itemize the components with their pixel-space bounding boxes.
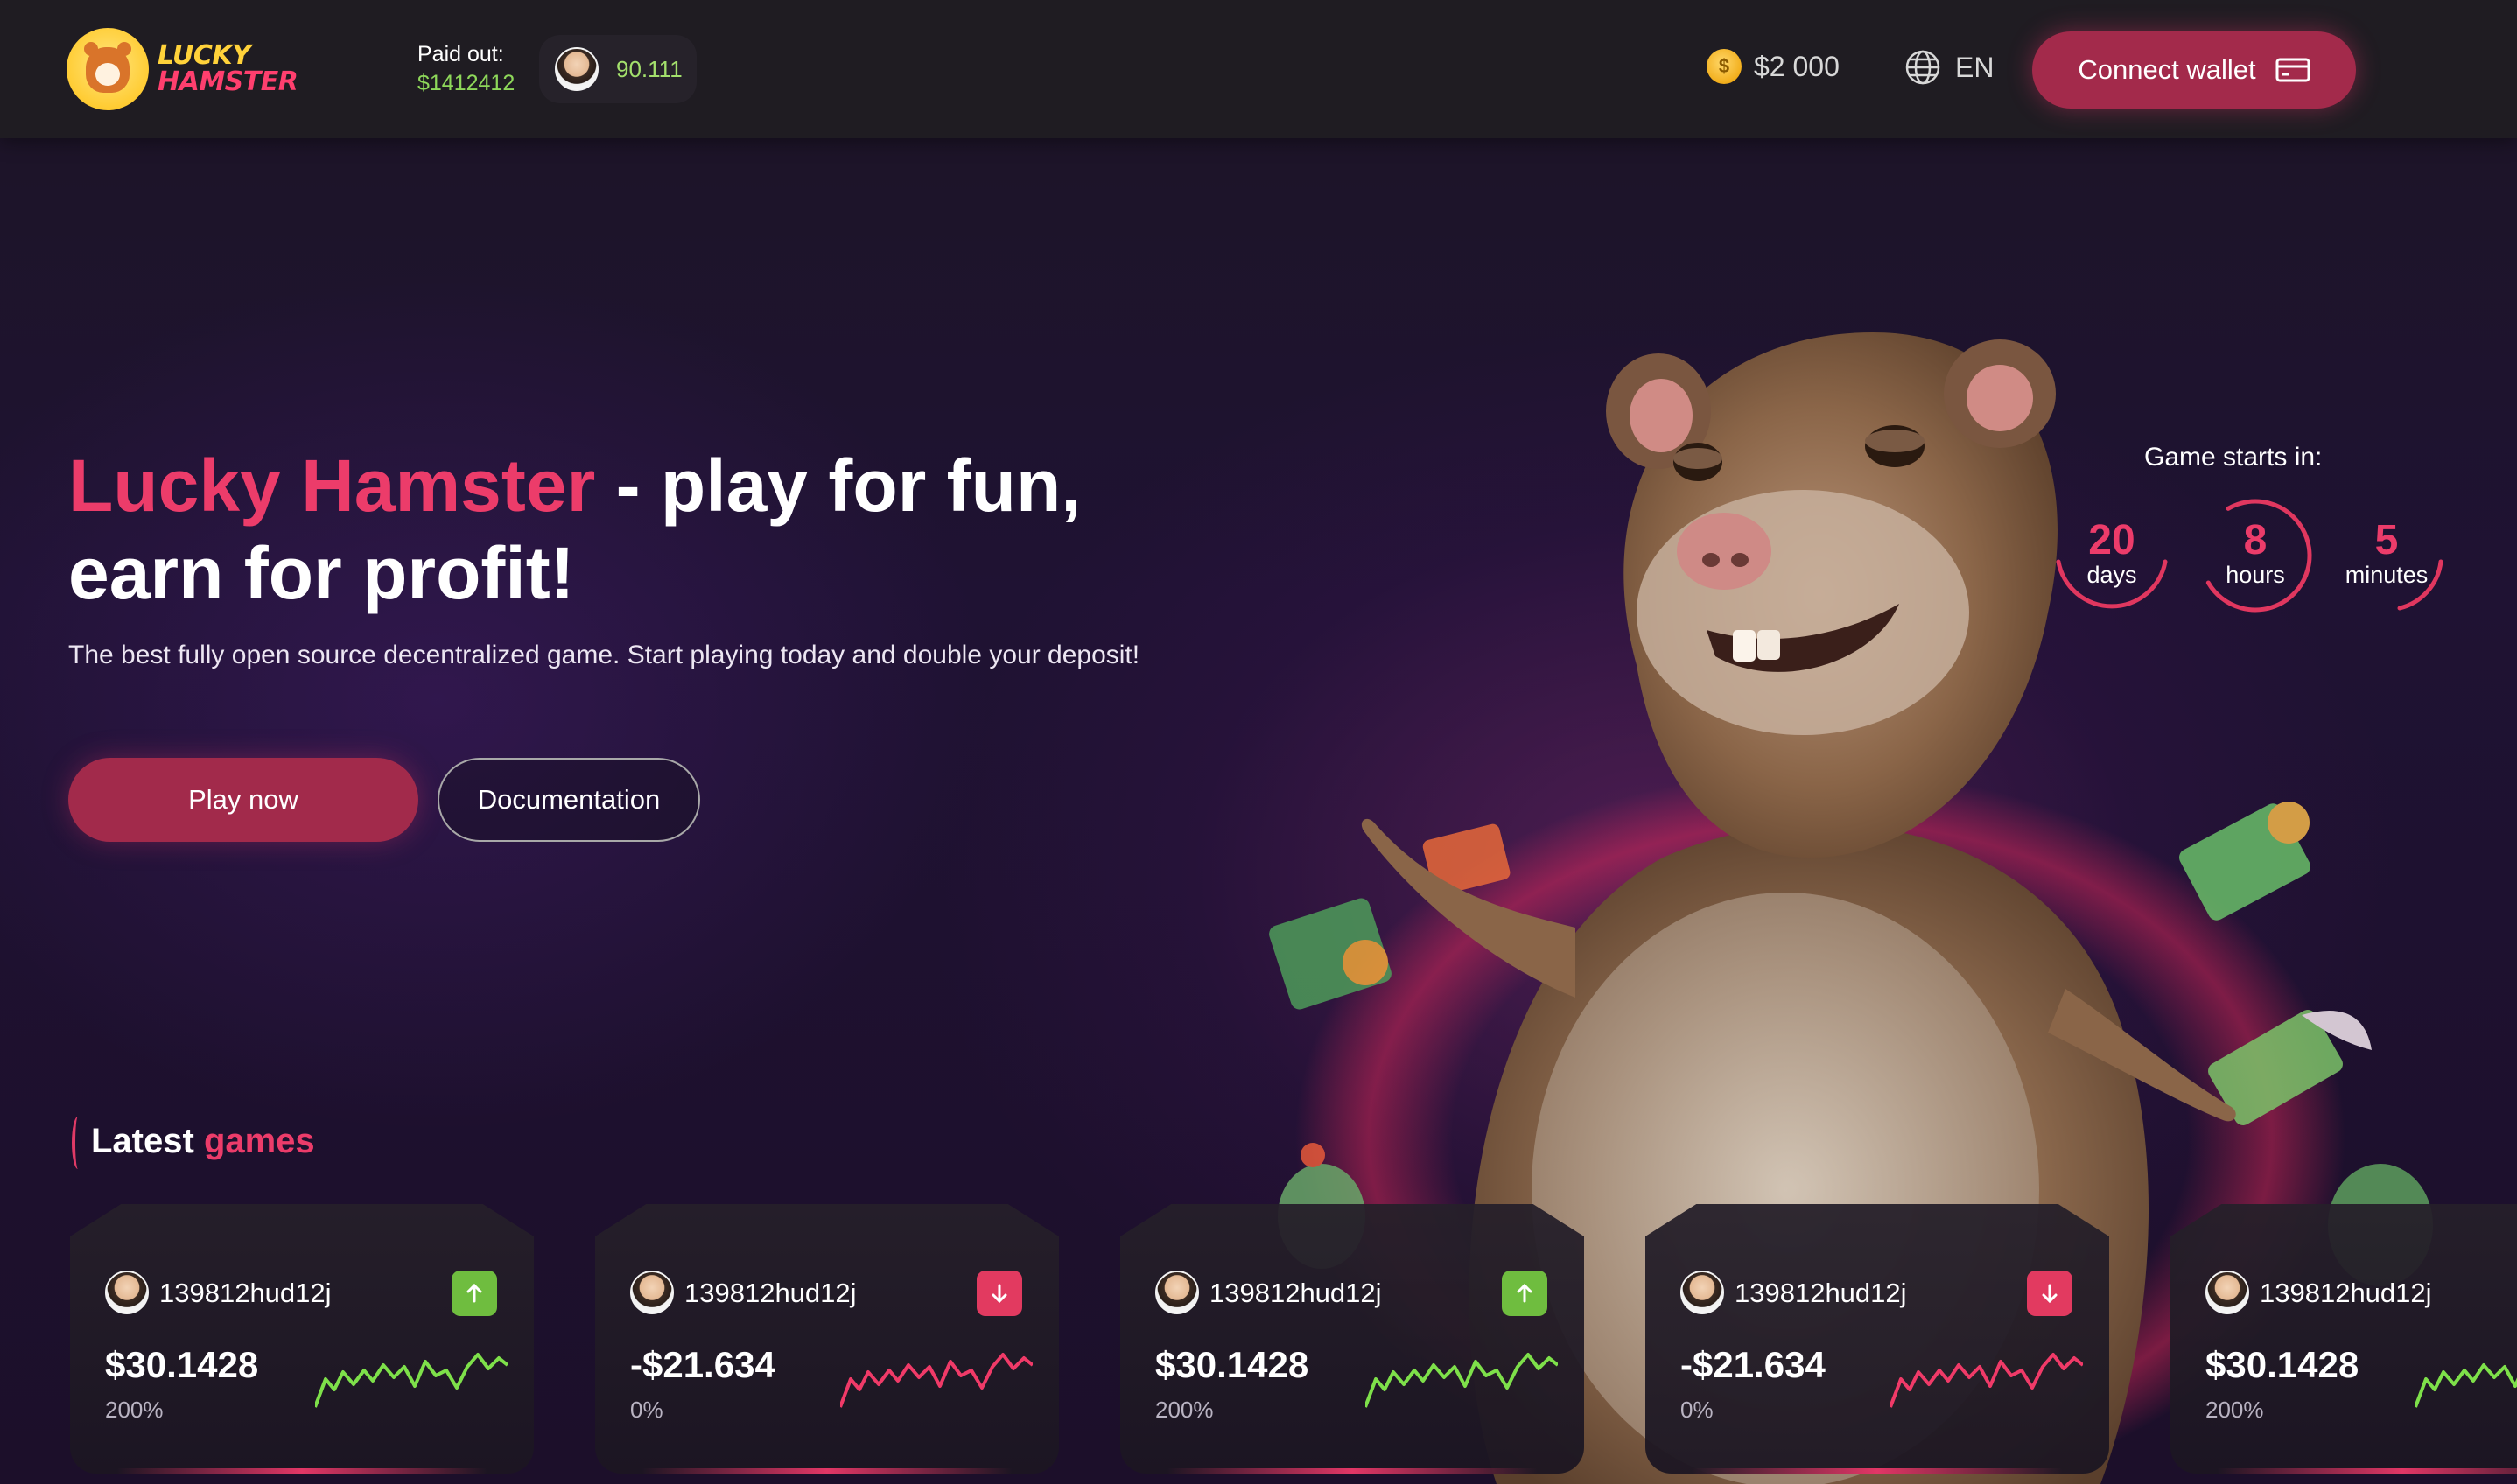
hamster-logo-icon: [67, 28, 149, 110]
sparkline: [1365, 1353, 1558, 1408]
language-value: EN: [1955, 51, 1995, 83]
sparkline: [315, 1353, 508, 1408]
arrow-down-icon: [977, 1270, 1022, 1316]
game-card-user: 139812hud12j: [1735, 1278, 1907, 1308]
countdown-minutes-value: 5: [2374, 517, 2399, 564]
hero-title: Lucky Hamster - play for fun, earn for p…: [68, 442, 1294, 617]
paid-out-label: Paid out:: [417, 42, 504, 66]
card-underline: [2217, 1468, 2517, 1474]
card-underline: [1692, 1468, 2063, 1474]
balance: $ $2 000: [1707, 49, 1840, 84]
documentation-button[interactable]: Documentation: [438, 758, 700, 842]
logo-text: LUCKY HAMSTER: [158, 43, 298, 95]
logo[interactable]: LUCKY HAMSTER: [67, 28, 298, 110]
arrow-down-icon: [2027, 1270, 2072, 1316]
hero-title-line2: earn for profit!: [68, 532, 575, 614]
avatar: [105, 1270, 149, 1314]
sparkline: [2415, 1353, 2517, 1408]
game-card[interactable]: 139812hud12j -$21.634 0%: [1645, 1204, 2109, 1474]
balance-value: $2 000: [1754, 50, 1840, 82]
latest-games-list: 139812hud12j $30.1428 200% 139812hud12j …: [0, 1204, 2517, 1484]
countdown-days: 20 days: [2046, 490, 2177, 621]
game-card[interactable]: 139812hud12j $30.1428 200%: [2170, 1204, 2517, 1474]
card-underline: [116, 1468, 487, 1474]
latest-games-title-accent: games: [203, 1122, 315, 1160]
game-card-user: 139812hud12j: [684, 1278, 857, 1308]
game-card-amount: $30.1428: [105, 1344, 259, 1385]
game-card-amount: $30.1428: [2205, 1344, 2359, 1385]
game-card-percent: 0%: [1680, 1396, 1714, 1423]
game-card[interactable]: 139812hud12j $30.1428 200%: [1120, 1204, 1584, 1474]
wallet-icon: [2275, 58, 2310, 82]
avatar: [2205, 1270, 2249, 1314]
card-underline: [1167, 1468, 1538, 1474]
game-card[interactable]: 139812hud12j $30.1428 200%: [70, 1204, 534, 1474]
game-card-percent: 0%: [630, 1396, 663, 1423]
page: LUCKY HAMSTER Paid out: $1412412 90.111 …: [0, 0, 2517, 1484]
game-card-user: 139812hud12j: [159, 1278, 332, 1308]
game-card-percent: 200%: [2205, 1396, 2264, 1423]
game-card-amount: $30.1428: [1155, 1344, 1309, 1385]
card-underline: [642, 1468, 1013, 1474]
countdown-hours-unit: hours: [2226, 562, 2285, 588]
paid-out-value: $1412412: [417, 71, 515, 95]
top-header: LUCKY HAMSTER Paid out: $1412412 90.111 …: [0, 0, 2517, 138]
hero-title-rest: - play for fun,: [595, 444, 1082, 527]
latest-games-title-prefix: Latest: [91, 1122, 194, 1160]
language-selector[interactable]: EN: [1904, 49, 1994, 86]
avatar: [1155, 1270, 1199, 1314]
avatar: [555, 47, 599, 91]
arrow-up-icon: [1502, 1270, 1547, 1316]
game-card[interactable]: 139812hud12j -$21.634 0%: [595, 1204, 1059, 1474]
avatar: [630, 1270, 674, 1314]
countdown-days-unit: days: [2086, 562, 2137, 588]
recent-payout-amount: 90.111: [616, 55, 683, 82]
countdown-minutes: 5 minutes: [2321, 490, 2452, 621]
connect-wallet-button[interactable]: Connect wallet: [2032, 32, 2356, 108]
latest-games-title: Latest games: [72, 1116, 315, 1169]
sparkline: [1890, 1353, 2083, 1408]
recent-payout-pill[interactable]: 90.111: [539, 35, 697, 103]
arrow-up-icon: [452, 1270, 497, 1316]
play-now-button[interactable]: Play now: [68, 758, 418, 842]
hero-subtitle: The best fully open source decentralized…: [68, 640, 1140, 669]
game-card-user: 139812hud12j: [2260, 1278, 2432, 1308]
game-card-amount: -$21.634: [630, 1344, 775, 1385]
countdown-minutes-unit: minutes: [2345, 562, 2429, 588]
countdown-label: Game starts in:: [2144, 443, 2323, 472]
hero-title-brand: Lucky Hamster: [68, 444, 596, 527]
dollar-coin-icon: $: [1707, 49, 1742, 84]
paid-out: Paid out: $1412412: [417, 42, 515, 96]
game-card-amount: -$21.634: [1680, 1344, 1826, 1385]
logo-line-1: LUCKY: [158, 40, 251, 71]
game-card-percent: 200%: [1155, 1396, 1214, 1423]
countdown-hours-value: 8: [2243, 517, 2268, 564]
logo-line-2: HAMSTER: [158, 66, 298, 97]
game-card-percent: 200%: [105, 1396, 164, 1423]
avatar: [1680, 1270, 1724, 1314]
countdown-days-value: 20: [2088, 517, 2135, 564]
sparkline: [840, 1353, 1033, 1408]
globe-icon: [1905, 50, 1940, 85]
countdown-hours: 8 hours: [2190, 490, 2321, 621]
connect-wallet-label: Connect wallet: [2078, 54, 2256, 85]
game-card-user: 139812hud12j: [1209, 1278, 1382, 1308]
